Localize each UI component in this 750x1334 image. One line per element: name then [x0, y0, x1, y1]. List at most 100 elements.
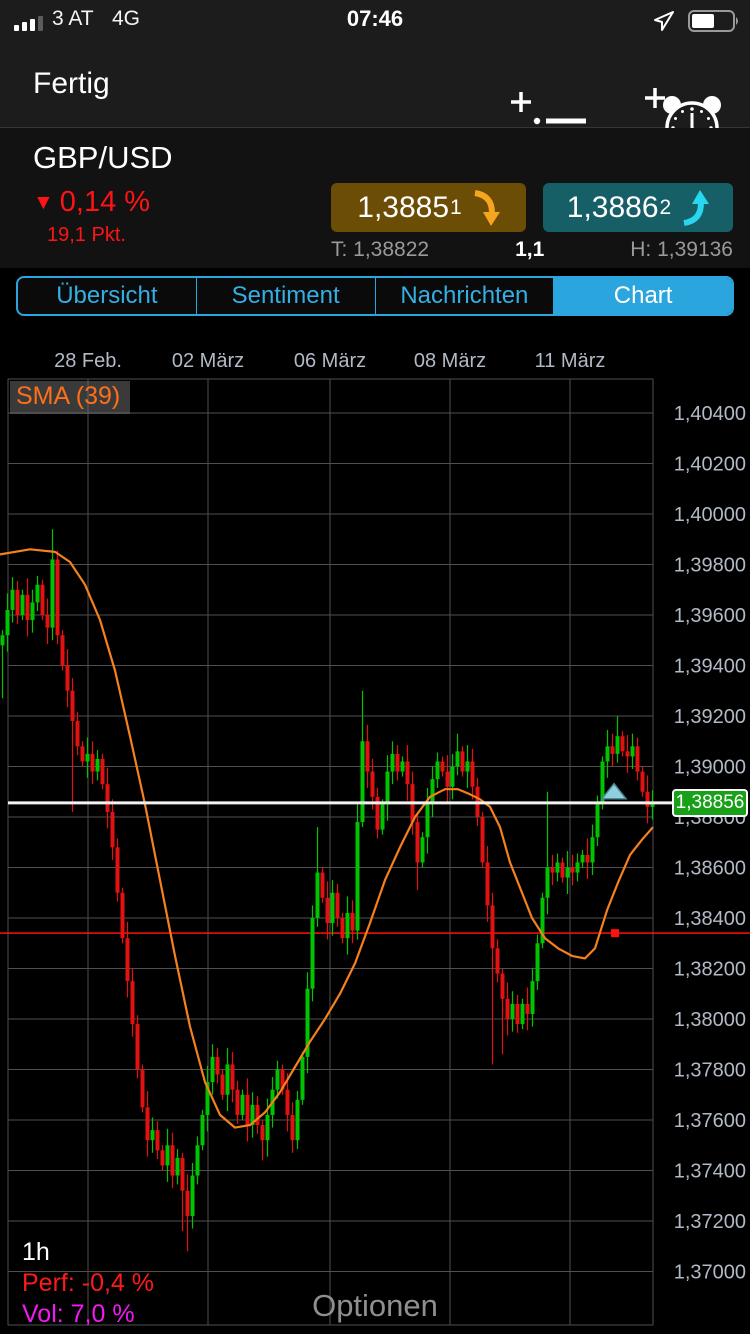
buy-ask-button[interactable]: 1,38862	[543, 183, 733, 232]
current-price-badge: 1,38856	[672, 789, 748, 817]
tab-nachrichten[interactable]: Nachrichten	[376, 278, 555, 314]
y-axis-label: 1,40000	[674, 504, 746, 526]
candle-body	[486, 862, 490, 905]
candle-body	[491, 905, 495, 948]
y-axis-label: 1,38200	[674, 959, 746, 981]
battery-icon	[688, 10, 740, 37]
candle-body	[431, 779, 435, 804]
candle-body	[631, 746, 635, 756]
y-axis-label: 1,39800	[674, 555, 746, 577]
candle-body	[371, 772, 375, 797]
candle-body	[436, 761, 440, 779]
candle-body	[46, 615, 50, 628]
candle-body	[111, 812, 115, 847]
y-axis-label: 1,39200	[674, 706, 746, 728]
candle-body	[31, 602, 35, 620]
y-axis-label: 1,40200	[674, 454, 746, 476]
candle-body	[41, 585, 45, 615]
y-axis-label: 1,37000	[674, 1262, 746, 1284]
sma-indicator-label: SMA (39)	[10, 381, 130, 414]
candle-body	[591, 837, 595, 862]
sell-bid-button[interactable]: 1,38851	[331, 183, 526, 232]
tab-uebersicht[interactable]: Übersicht	[18, 278, 197, 314]
y-axis-label: 1,39600	[674, 605, 746, 627]
candle-body	[181, 1158, 185, 1191]
candle-body	[56, 559, 60, 635]
candle-body	[276, 1070, 280, 1090]
candle-body	[421, 837, 425, 862]
options-button[interactable]: Optionen	[0, 1288, 750, 1324]
candle-body	[416, 822, 420, 862]
candle-body	[396, 754, 400, 772]
candle-body	[441, 761, 445, 771]
candle-body	[91, 754, 95, 772]
tab-sentiment[interactable]: Sentiment	[197, 278, 376, 314]
y-axis-label: 1,40400	[674, 403, 746, 425]
candle-body	[216, 1057, 220, 1075]
candle-body	[76, 721, 80, 746]
candle-body	[121, 893, 125, 938]
candle-body	[536, 943, 540, 981]
candle-body	[556, 862, 560, 872]
x-axis-label: 28 Feb.	[54, 350, 122, 372]
candle-body	[146, 1107, 150, 1140]
candle-body	[481, 817, 485, 862]
candle-body	[321, 873, 325, 898]
instrument-symbol: GBP/USD	[33, 140, 173, 176]
location-arrow-icon	[652, 9, 676, 38]
candle-body	[356, 822, 360, 931]
candle-body	[51, 559, 55, 627]
candle-body	[66, 666, 70, 691]
candle-body	[521, 1004, 525, 1024]
candle-body	[636, 746, 640, 771]
ask-price: 1,3886	[567, 191, 659, 225]
y-axis-label: 1,37800	[674, 1060, 746, 1082]
candle-body	[586, 855, 590, 863]
candle-body	[456, 751, 460, 766]
price-chart[interactable]: 28 Feb.02 März06 März08 März11 März1,404…	[0, 340, 750, 1334]
candle-body	[466, 761, 470, 771]
y-axis-label: 1,37600	[674, 1110, 746, 1132]
bid-down-arrow-icon	[472, 189, 500, 227]
tab-chart[interactable]: Chart	[554, 278, 732, 314]
candle-body	[176, 1158, 180, 1176]
candle-body	[451, 767, 455, 787]
candle-body	[61, 635, 65, 665]
candle-body	[641, 772, 645, 792]
candle-body	[351, 913, 355, 931]
candle-body	[461, 751, 465, 771]
x-axis-label: 02 März	[172, 350, 244, 372]
tab-bar: Übersicht Sentiment Nachrichten Chart	[16, 276, 734, 316]
candle-body	[196, 1145, 200, 1175]
candle-body	[291, 1115, 295, 1140]
candle-body	[366, 741, 370, 771]
candlestick-chart-canvas[interactable]: 28 Feb.02 März06 März08 März11 März1,404…	[0, 340, 750, 1334]
candle-body	[311, 918, 315, 989]
candle-body	[621, 736, 625, 751]
instrument-header: GBP/USD ▼0,14 % 19,1 Pkt. 1,38851 1,3886…	[0, 128, 750, 268]
candle-body	[21, 595, 25, 615]
candle-body	[101, 759, 105, 784]
candle-body	[646, 792, 650, 807]
candle-body	[326, 898, 330, 923]
candle-body	[231, 1064, 235, 1089]
candle-body	[516, 1004, 520, 1024]
trade-marker-triangle[interactable]	[602, 784, 626, 799]
candle-body	[531, 981, 535, 1014]
done-button[interactable]: Fertig	[33, 40, 110, 128]
candle-body	[546, 868, 550, 898]
candle-body	[36, 585, 40, 603]
y-axis-label: 1,38000	[674, 1009, 746, 1031]
candle-body	[161, 1150, 165, 1165]
candle-body	[331, 893, 335, 923]
candle-body	[166, 1145, 170, 1165]
candle-body	[561, 862, 565, 877]
x-axis-label: 06 März	[294, 350, 366, 372]
alert-line-handle[interactable]	[611, 929, 619, 937]
candle-body	[501, 974, 505, 999]
candle-body	[141, 1070, 145, 1108]
candle-body	[26, 595, 30, 620]
candle-body	[346, 913, 350, 938]
timeframe-label: 1h	[22, 1238, 50, 1267]
day-high-label: H: 1,39136	[630, 238, 733, 262]
